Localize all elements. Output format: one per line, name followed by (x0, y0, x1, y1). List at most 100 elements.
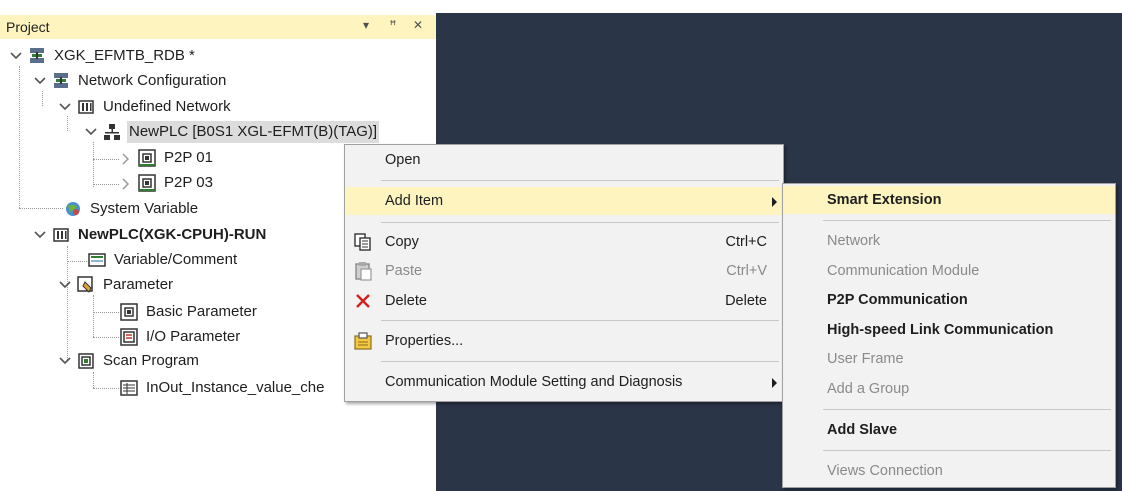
tree-label: P2P 03 (164, 174, 213, 191)
menu-separator (823, 409, 1111, 410)
menu-item-label: Paste (385, 263, 423, 279)
tree-item-project[interactable]: XGK_EFMTB_RDB * (10, 45, 197, 67)
submenu-item-smart-extension[interactable]: Smart Extension (783, 186, 1115, 214)
menu-item-label: Communication Module (827, 263, 980, 279)
menu-item-label: Views Connection (827, 463, 943, 479)
menu-item-properties[interactable]: Properties... (345, 327, 783, 355)
tree-item-parameter[interactable]: Parameter (59, 274, 175, 296)
chevron-down-icon[interactable] (10, 45, 22, 67)
plc-rack-icon (52, 226, 70, 244)
tree-label: Variable/Comment (114, 251, 238, 268)
tree-item-system-variable[interactable]: System Variable (64, 198, 200, 220)
program-file-icon (120, 379, 138, 397)
panel-title: Project (6, 19, 50, 35)
menu-separator (381, 320, 779, 321)
menu-separator (381, 222, 779, 223)
submenu-item-user-frame: User Frame (783, 345, 1115, 373)
submenu-arrow-icon (772, 197, 777, 207)
network-configuration-icon (52, 72, 70, 90)
menu-item-comm-module-setting[interactable]: Communication Module Setting and Diagnos… (345, 368, 783, 396)
menu-item-label: Open (385, 152, 421, 168)
menu-item-label: Copy (385, 234, 419, 250)
menu-item-delete[interactable]: Delete Delete (345, 287, 783, 315)
menu-item-label: Add a Group (827, 381, 910, 397)
tree-item-variable-comment[interactable]: Variable/Comment (88, 249, 239, 271)
tree-label: InOut_Instance_value_che (146, 379, 325, 396)
pin-icon[interactable]: ꟸ (385, 18, 401, 32)
chevron-right-icon[interactable] (120, 172, 132, 194)
tree-label: Basic Parameter (146, 303, 257, 320)
project-panel-header: Project ▾ ꟸ ✕ (0, 15, 436, 39)
tree-item-inout-instance[interactable]: InOut_Instance_value_che (120, 377, 326, 399)
chevron-down-icon[interactable] (59, 350, 71, 372)
close-icon[interactable]: ✕ (410, 18, 426, 32)
tree-label: NewPLC [B0S1 XGL-EFMT(B)(TAG)] (127, 121, 380, 143)
tree-label: Scan Program (103, 352, 199, 369)
menu-item-label: Network (827, 233, 881, 249)
menu-item-copy[interactable]: Copy Ctrl+C (345, 228, 783, 256)
chevron-down-icon[interactable] (34, 224, 46, 246)
network-node-icon (103, 123, 121, 141)
tree-item-newplc-node[interactable]: NewPLC [B0S1 XGL-EFMT(B)(TAG)] (85, 121, 380, 143)
tree-item-scan-program[interactable]: Scan Program (59, 350, 201, 372)
menu-item-label: Delete (385, 293, 427, 309)
copy-icon (353, 232, 373, 252)
menu-item-label: Communication Module Setting and Diagnos… (385, 374, 683, 390)
tree-item-basic-parameter[interactable]: Basic Parameter (120, 301, 259, 323)
chevron-down-icon[interactable] (34, 70, 46, 92)
tree-label: I/O Parameter (146, 328, 241, 345)
submenu-item-high-speed-link[interactable]: High-speed Link Communication (783, 316, 1115, 344)
menu-separator (381, 180, 779, 181)
menu-item-open[interactable]: Open (345, 146, 783, 174)
globe-variable-icon (64, 200, 82, 218)
plc-rack-icon (77, 98, 95, 116)
menu-separator (823, 450, 1111, 451)
tree-label: P2P 01 (164, 149, 213, 166)
chevron-down-icon[interactable] (59, 274, 71, 296)
tree-label: System Variable (90, 200, 199, 217)
scan-program-icon (77, 352, 95, 370)
tree-item-plc[interactable]: NewPLC(XGK-CPUH)-RUN (34, 224, 268, 246)
tree-item-p2p-03[interactable]: P2P 03 (120, 172, 215, 194)
properties-icon (353, 331, 373, 351)
menu-item-label: Properties... (385, 333, 464, 349)
tree-item-p2p-01[interactable]: P2P 01 (120, 147, 215, 169)
add-item-submenu: Smart Extension Network Communication Mo… (782, 183, 1116, 488)
chevron-down-icon[interactable] (59, 96, 71, 118)
tree-item-io-parameter[interactable]: I/O Parameter (120, 326, 242, 348)
submenu-item-communication-module: Communication Module (783, 257, 1115, 285)
menu-item-label: Smart Extension (827, 192, 942, 208)
p2p-block-icon (138, 174, 156, 192)
context-menu: Open Add Item Copy Ctrl+C Paste Ctrl+V D… (344, 144, 784, 402)
tree-label: NewPLC(XGK-CPUH)-RUN (78, 226, 267, 243)
tree-label: Parameter (103, 276, 174, 293)
p2p-block-icon (138, 149, 156, 167)
tree-label: Network Configuration (78, 72, 227, 89)
menu-item-label: User Frame (827, 351, 904, 367)
menu-item-label: P2P Communication (827, 292, 968, 308)
chevron-down-icon[interactable] (85, 121, 97, 143)
submenu-item-p2p-communication[interactable]: P2P Communication (783, 286, 1115, 314)
menu-shortcut: Ctrl+V (726, 263, 767, 279)
menu-separator (823, 220, 1111, 221)
submenu-item-views-connection: Views Connection (783, 457, 1115, 485)
tree-label: Undefined Network (103, 98, 231, 115)
menu-item-label: Add Slave (827, 422, 898, 438)
menu-item-paste: Paste Ctrl+V (345, 257, 783, 285)
tree-item-undefined-network[interactable]: Undefined Network (59, 96, 233, 118)
submenu-arrow-icon (772, 378, 777, 388)
delete-icon (353, 291, 373, 311)
submenu-item-add-group: Add a Group (783, 375, 1115, 403)
io-parameter-icon (120, 328, 138, 346)
menu-shortcut: Delete (725, 293, 767, 309)
basic-parameter-icon (120, 303, 138, 321)
network-project-icon (28, 47, 46, 65)
submenu-item-add-slave[interactable]: Add Slave (783, 416, 1115, 444)
menu-shortcut: Ctrl+C (725, 234, 768, 250)
tree-item-network-configuration[interactable]: Network Configuration (34, 70, 228, 92)
paste-icon (353, 261, 373, 281)
chevron-right-icon[interactable] (120, 147, 132, 169)
dropdown-icon[interactable]: ▾ (358, 18, 374, 32)
variable-comment-icon (88, 251, 106, 269)
menu-item-add-item[interactable]: Add Item (345, 187, 783, 215)
